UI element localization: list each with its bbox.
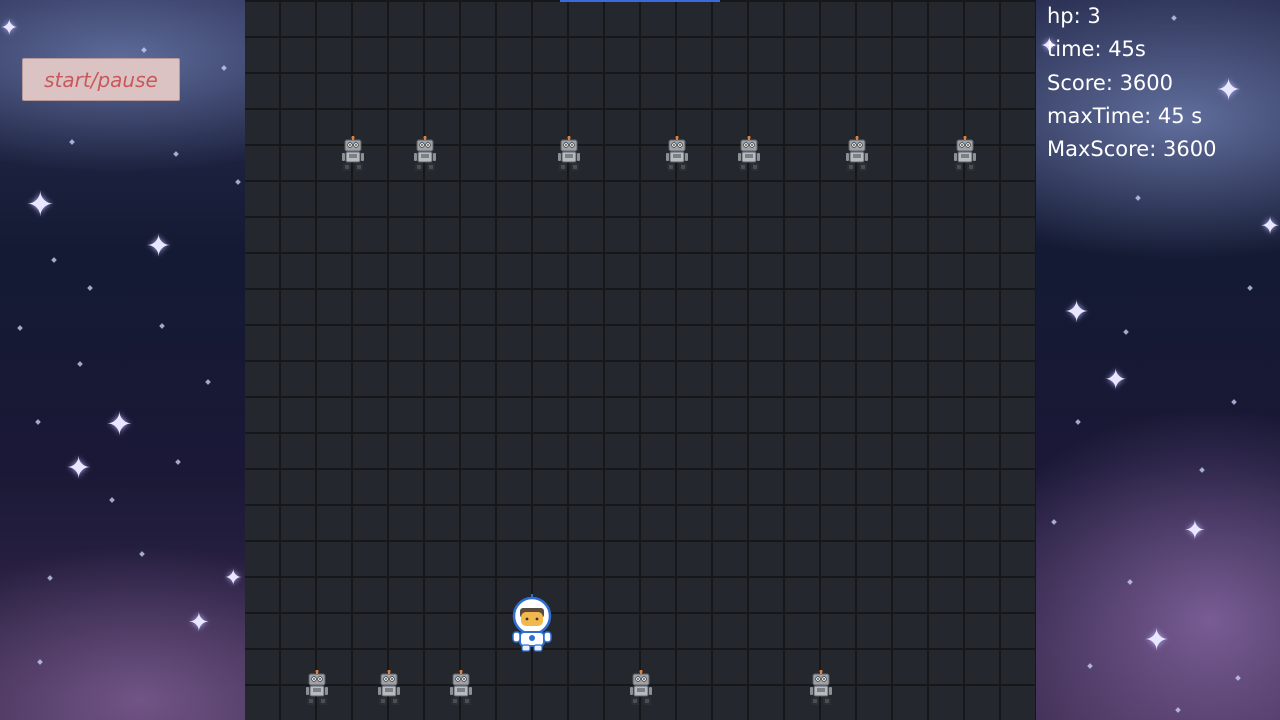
robot-enemy-icon	[736, 136, 762, 172]
sparkle-star-icon: ✦	[188, 608, 210, 638]
hud-panel: hp: 3 time: 45s Score: 3600 maxTime: 45 …	[1047, 0, 1216, 166]
robot-enemy-icon	[556, 136, 582, 172]
score-readout: Score: 3600	[1047, 70, 1174, 95]
sparkle-star-icon: ✦	[146, 229, 172, 264]
sparkle-star-icon: ✦	[1064, 295, 1090, 330]
sparkle-star-icon: ✦	[106, 405, 133, 443]
sparkle-star-icon: ✦	[26, 185, 55, 225]
sparkle-star-icon: ✦	[0, 16, 19, 41]
sparkle-star-icon: ✦	[1144, 623, 1170, 658]
sparkle-star-icon: ✦	[1260, 212, 1280, 240]
sparkle-star-icon: ✦	[66, 451, 92, 486]
sparkle-star-icon: ✦	[1104, 363, 1128, 396]
sparkle-star-icon: ✦	[1216, 73, 1242, 108]
game-board[interactable]	[245, 0, 1036, 720]
hp-readout: hp: 3	[1047, 4, 1101, 28]
robot-enemy-icon	[448, 670, 474, 706]
robot-enemy-icon	[808, 670, 834, 706]
max-time-readout: maxTime: 45 s	[1047, 103, 1203, 128]
robot-enemy-icon	[304, 670, 330, 706]
sparkle-star-icon: ✦	[224, 566, 243, 591]
robot-enemy-icon	[412, 136, 438, 172]
board-top-indicator	[560, 0, 720, 2]
robot-enemy-icon	[952, 136, 978, 172]
max-score-readout: MaxScore: 3600	[1047, 137, 1217, 162]
robot-enemy-icon	[340, 136, 366, 172]
robot-enemy-icon	[664, 136, 690, 172]
sparkle-star-icon: ✦	[1184, 516, 1206, 546]
time-readout: time: 45s	[1047, 37, 1146, 62]
astronaut-player-icon	[509, 594, 555, 652]
robot-enemy-icon	[628, 670, 654, 706]
space-background-left: ✦ ✦ ✦ ✦ ✦ ✦ ✦	[0, 0, 245, 720]
robot-enemy-icon	[844, 136, 870, 172]
start-pause-button[interactable]: start/pause	[22, 58, 180, 101]
robot-enemy-icon	[376, 670, 402, 706]
